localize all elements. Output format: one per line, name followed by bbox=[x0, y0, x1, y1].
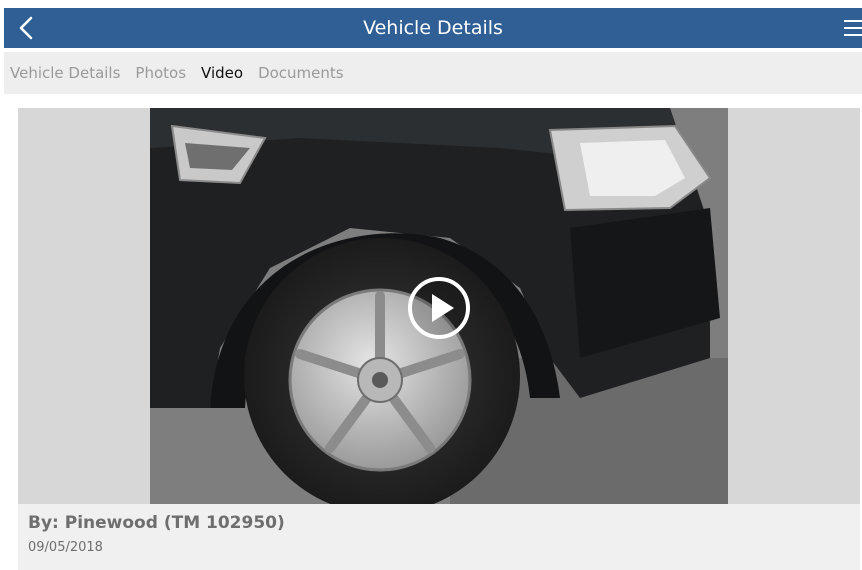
video-player[interactable] bbox=[18, 108, 860, 504]
tab-bar: Vehicle Details Photos Video Documents bbox=[4, 52, 862, 94]
page-title: Vehicle Details bbox=[363, 17, 503, 39]
tab-video[interactable]: Video bbox=[201, 64, 243, 82]
play-circle-icon bbox=[408, 277, 470, 339]
play-button[interactable] bbox=[407, 276, 471, 340]
video-card: By: Pinewood (TM 102950) 09/05/2018 bbox=[18, 108, 860, 570]
app-root: Vehicle Details Vehicle Details Photos V… bbox=[0, 0, 862, 570]
video-date: 09/05/2018 bbox=[28, 540, 103, 555]
tab-vehicle-details[interactable]: Vehicle Details bbox=[10, 64, 120, 82]
video-author: By: Pinewood (TM 102950) bbox=[28, 513, 285, 533]
tab-photos[interactable]: Photos bbox=[135, 64, 186, 82]
hamburger-menu-icon[interactable] bbox=[844, 20, 862, 36]
app-header: Vehicle Details bbox=[4, 8, 862, 48]
video-meta: By: Pinewood (TM 102950) 09/05/2018 bbox=[28, 513, 850, 555]
tab-documents[interactable]: Documents bbox=[258, 64, 344, 82]
